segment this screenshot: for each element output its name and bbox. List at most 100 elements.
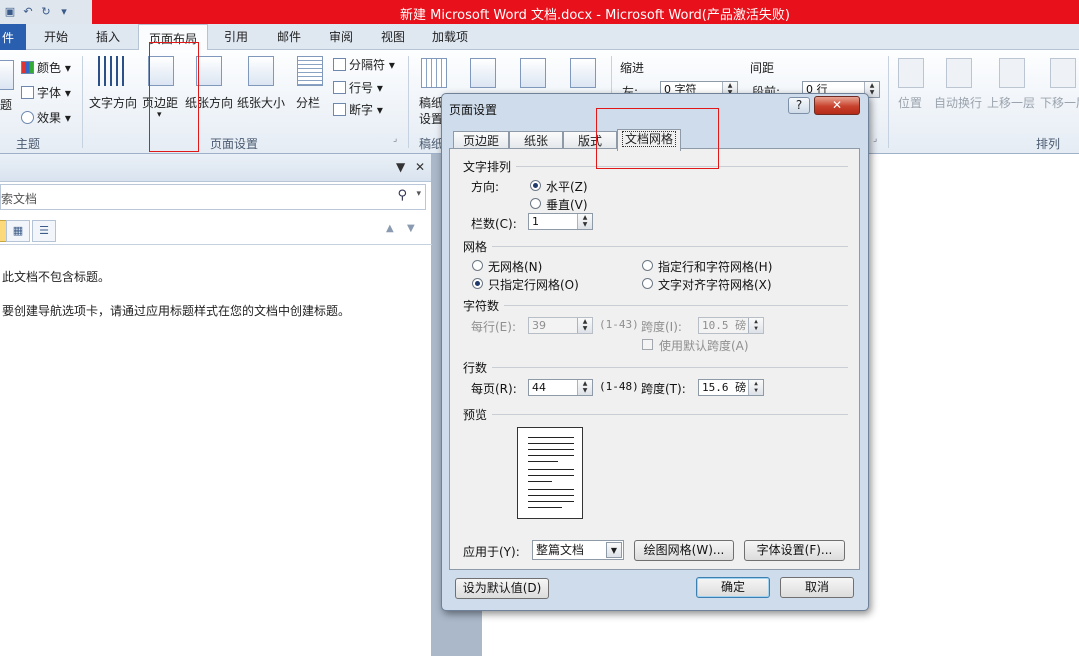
tab-addins[interactable]: 加载项 bbox=[432, 28, 468, 45]
vertical-radio[interactable] bbox=[530, 198, 541, 209]
margins-dropdown-icon[interactable]: ▾ bbox=[157, 110, 162, 120]
position-icon[interactable] bbox=[898, 58, 924, 88]
paragraph-launcher-icon[interactable]: ⌟ bbox=[873, 134, 877, 144]
set-default-button[interactable]: 设为默认值(D) bbox=[455, 578, 549, 599]
manuscript-label-top[interactable]: 稿纸 bbox=[419, 94, 443, 111]
preview-line bbox=[528, 501, 574, 502]
search-icon[interactable]: ⚲ bbox=[397, 188, 407, 203]
no-grid-label[interactable]: 无网格(N) bbox=[488, 258, 542, 275]
tab-view[interactable]: 视图 bbox=[381, 28, 405, 45]
theme-effects-button[interactable]: 效果 ▾ bbox=[21, 109, 71, 126]
themes-label[interactable]: 题 bbox=[0, 96, 12, 113]
cancel-button[interactable]: 取消 bbox=[780, 577, 854, 598]
apply-to-select[interactable]: 整篇文档 ▼ bbox=[532, 540, 624, 560]
snap-to-chars-radio[interactable] bbox=[642, 278, 653, 289]
search-dropdown-icon[interactable]: ▾ bbox=[416, 189, 421, 199]
nav-menu-dropdown-icon[interactable]: ▼ bbox=[396, 160, 405, 174]
vertical-label[interactable]: 垂直(V) bbox=[546, 196, 588, 213]
manuscript-label-bottom[interactable]: 设置 bbox=[419, 110, 443, 127]
hyphenation-button[interactable]: 断字 ▾ bbox=[333, 101, 383, 118]
drawing-grid-button[interactable]: 绘图网格(W)... bbox=[634, 540, 734, 561]
tab-review[interactable]: 审阅 bbox=[329, 28, 353, 45]
themes-icon[interactable] bbox=[0, 60, 14, 90]
tab-mailings[interactable]: 邮件 bbox=[277, 28, 301, 45]
lines-per-page-range: (1-48) bbox=[599, 380, 639, 393]
lines-per-page-label: 每页(R): bbox=[471, 382, 517, 396]
columns-count-input[interactable]: 1 ▲ ▼ bbox=[528, 213, 593, 230]
line-numbers-button[interactable]: 行号 ▾ bbox=[333, 79, 383, 96]
horizontal-label[interactable]: 水平(Z) bbox=[546, 178, 588, 195]
help-button[interactable]: ? bbox=[788, 97, 810, 114]
section-divider bbox=[504, 305, 848, 306]
group-separator bbox=[408, 56, 409, 148]
preview-line bbox=[528, 461, 558, 462]
spin-arrows-icon[interactable]: ▲▼ bbox=[577, 214, 592, 229]
orientation-icon[interactable] bbox=[196, 56, 222, 86]
text-direction-icon[interactable] bbox=[98, 56, 124, 86]
send-backward-button[interactable]: 下移一层 bbox=[1040, 94, 1079, 111]
preview-line bbox=[528, 437, 574, 438]
preview-line bbox=[528, 469, 574, 470]
manuscript-icon[interactable] bbox=[421, 58, 447, 88]
chevron-down-icon[interactable]: ▼ bbox=[606, 542, 622, 558]
tab-file[interactable]: 件 bbox=[0, 24, 26, 50]
margins-button[interactable]: 页边距 bbox=[142, 94, 178, 111]
position-button[interactable]: 位置 bbox=[898, 94, 922, 111]
previous-result-icon[interactable]: ▲ bbox=[386, 223, 394, 234]
lines-and-chars-radio[interactable] bbox=[642, 260, 653, 271]
theme-fonts-button[interactable]: 字体 ▾ bbox=[21, 84, 71, 101]
bring-forward-button[interactable]: 上移一层 bbox=[987, 94, 1035, 111]
watermark-icon[interactable] bbox=[470, 58, 496, 88]
lines-only-label[interactable]: 只指定行网格(O) bbox=[488, 276, 579, 293]
save-icon[interactable]: ▣ bbox=[3, 5, 17, 19]
line-pitch-input[interactable]: 15.6 磅 ▲ ▼ bbox=[698, 379, 764, 396]
horizontal-radio[interactable] bbox=[530, 180, 541, 191]
lines-and-chars-label[interactable]: 指定行和字符网格(H) bbox=[658, 258, 772, 275]
tab-home[interactable]: 开始 bbox=[44, 28, 68, 45]
theme-colors-button[interactable]: 颜色 ▾ bbox=[21, 59, 71, 76]
nav-close-icon[interactable]: ✕ bbox=[415, 160, 425, 174]
next-result-icon[interactable]: ▼ bbox=[407, 223, 415, 234]
send-backward-icon[interactable] bbox=[1050, 58, 1076, 88]
wrap-text-icon[interactable] bbox=[946, 58, 972, 88]
spin-arrows-icon[interactable]: ▲▼ bbox=[577, 380, 592, 395]
close-button[interactable]: ✕ bbox=[814, 96, 860, 115]
breaks-button[interactable]: 分隔符 ▾ bbox=[333, 56, 395, 73]
tab-insert[interactable]: 插入 bbox=[96, 28, 120, 45]
columns-icon[interactable] bbox=[297, 56, 323, 86]
paper-size-icon[interactable] bbox=[248, 56, 274, 86]
lines-only-radio[interactable] bbox=[472, 278, 483, 289]
font-settings-button[interactable]: 字体设置(F)... bbox=[744, 540, 845, 561]
lines-per-page-input[interactable]: 44 ▲ ▼ bbox=[528, 379, 593, 396]
columns-button[interactable]: 分栏 bbox=[296, 94, 320, 111]
customize-qat-icon[interactable]: ▾ bbox=[57, 5, 71, 19]
margins-icon[interactable] bbox=[148, 56, 174, 86]
create-headings-message: 要创建导航选项卡，请通过应用标题样式在您的文档中创建标题。 bbox=[2, 304, 351, 318]
group-label-arrange: 排列 bbox=[1036, 137, 1061, 151]
section-grid: 网格 bbox=[463, 240, 488, 254]
default-pitch-checkbox bbox=[642, 339, 653, 350]
orientation-button[interactable]: 纸张方向 bbox=[185, 94, 233, 111]
tab-references[interactable]: 引用 bbox=[224, 28, 248, 45]
tab-document-grid[interactable]: 文档网格 bbox=[617, 129, 681, 151]
wrap-text-button[interactable]: 自动换行 bbox=[934, 94, 982, 111]
nav-search-box[interactable]: 索文档 ⚲ ▾ bbox=[0, 184, 426, 210]
text-direction-button[interactable]: 文字方向 bbox=[89, 94, 137, 111]
no-grid-radio[interactable] bbox=[472, 260, 483, 271]
undo-icon[interactable]: ↶ bbox=[21, 5, 35, 19]
tab-page-layout[interactable]: 页面布局 bbox=[138, 24, 209, 51]
results-view-icon[interactable]: ☰ bbox=[32, 220, 56, 242]
size-button[interactable]: 纸张大小 bbox=[237, 94, 285, 111]
preview-line bbox=[528, 455, 574, 456]
bring-forward-icon[interactable] bbox=[999, 58, 1025, 88]
group-label-manuscript: 稿纸 bbox=[419, 137, 444, 151]
page-color-icon[interactable] bbox=[520, 58, 546, 88]
page-setup-launcher-icon[interactable]: ⌟ bbox=[393, 134, 397, 144]
page-borders-icon[interactable] bbox=[570, 58, 596, 88]
redo-icon[interactable]: ↻ bbox=[39, 5, 53, 19]
indent-label: 缩进 bbox=[620, 61, 645, 75]
ok-button[interactable]: 确定 bbox=[696, 577, 770, 598]
snap-to-chars-label[interactable]: 文字对齐字符网格(X) bbox=[658, 276, 772, 293]
thumbnails-view-icon[interactable]: ▦ bbox=[6, 220, 30, 242]
spin-arrows-icon[interactable]: ▲▼ bbox=[748, 380, 763, 395]
